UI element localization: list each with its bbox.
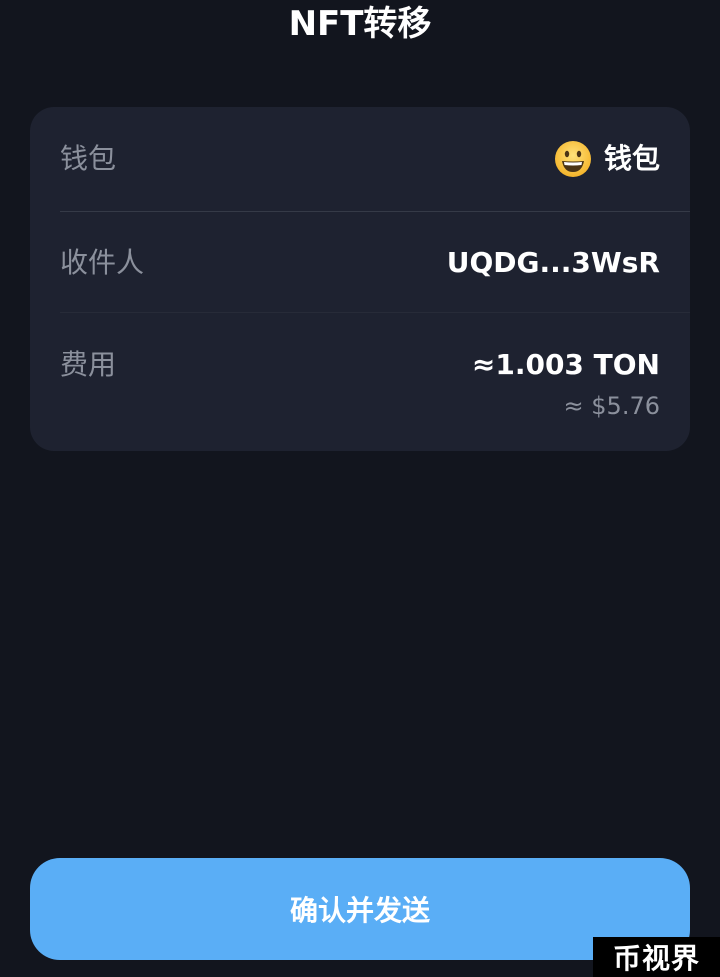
fee-amount: ≈1.003 TON <box>471 348 660 381</box>
wallet-value: 钱包 <box>554 140 660 178</box>
recipient-label: 收件人 <box>60 246 145 279</box>
grinning-face-emoji-icon <box>554 140 592 178</box>
watermark-logo: 币视界 <box>593 937 720 977</box>
fee-row: 费用 ≈1.003 TON ≈ $5.76 <box>30 313 690 451</box>
wallet-label: 钱包 <box>60 142 117 175</box>
recipient-row: 收件人 UQDG...3WsR <box>30 212 690 312</box>
recipient-address[interactable]: UQDG...3WsR <box>447 245 660 281</box>
fee-label: 费用 <box>60 348 117 381</box>
page-title: NFT转移 <box>288 4 432 44</box>
transfer-details-card: 钱包 钱包 收件人 UQDG...3WsR 费用 ≈1.003 TON ≈ $5… <box>30 107 690 451</box>
fee-fiat-amount: ≈ $5.76 <box>563 392 660 420</box>
wallet-name: 钱包 <box>603 142 660 175</box>
confirm-and-send-button[interactable]: 确认并发送 <box>30 858 690 960</box>
wallet-row: 钱包 钱包 <box>30 107 690 211</box>
